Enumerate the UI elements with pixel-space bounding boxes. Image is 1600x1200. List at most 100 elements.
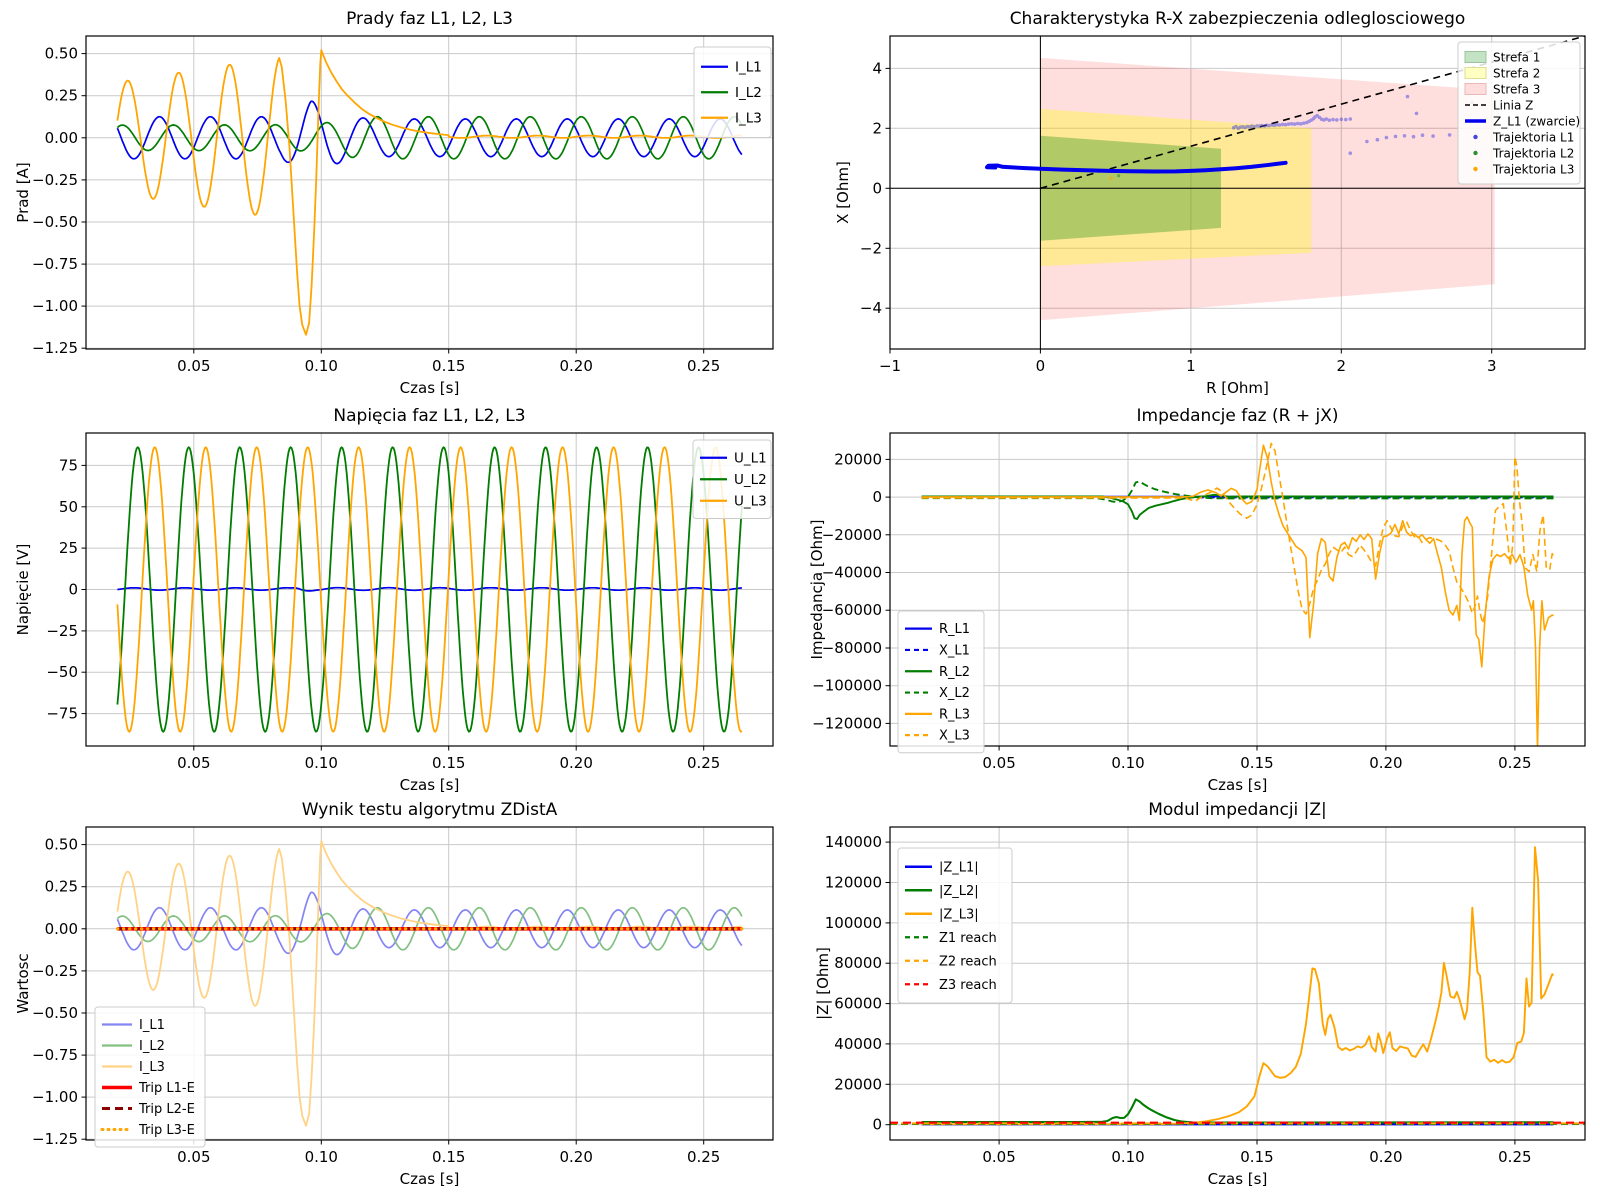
xlabel-modul-z: Czas [s] (1208, 1170, 1268, 1188)
legend-label: Trip L1-E (138, 1081, 195, 1096)
legend-rx: Strefa 1Strefa 2Strefa 3Linia ZZ_L1 (zwa… (1458, 42, 1580, 184)
ytick-label: 0.25 (45, 878, 78, 896)
xtick-label: 0.20 (1369, 754, 1402, 772)
ytick-label: 2 (872, 119, 882, 137)
legend-prady: I_L1I_L2I_L3 (694, 47, 771, 138)
title-rx: Charakterystyka R-X zabezpieczenia odleg… (1010, 9, 1466, 29)
xtick-label: 0.10 (1111, 1148, 1144, 1166)
xtick-label: 0.15 (432, 357, 465, 375)
legend-label: Linia Z (1493, 99, 1533, 113)
ytick-label: −0.25 (32, 962, 78, 980)
ytick-label: 140000 (825, 833, 882, 851)
ytick-label: 4 (872, 59, 882, 77)
legend-label: Trajektoria L3 (1492, 163, 1574, 177)
ytick-label: 0 (68, 581, 78, 599)
legend-label: Z2 reach (939, 954, 997, 969)
legend-label: X_L1 (939, 643, 970, 658)
legend-zdista: I_L1 I_L2 I_L3 Trip L1-E Trip L2-E Trip L3-E (95, 1007, 205, 1147)
ytick-label: −40000 (822, 564, 882, 582)
ylabel-zdista: Wartosc (14, 953, 32, 1013)
ytick-label: 80000 (834, 954, 882, 972)
xtick-label: 0.15 (432, 1148, 465, 1166)
ytick-label: 0.00 (45, 920, 78, 938)
legend-handle-dot (1473, 135, 1477, 139)
xlabel-impedancje: Czas [s] (1208, 776, 1268, 794)
legend-modul-z: |Z_L1||Z_L2||Z_L3|Z1 reachZ2 reachZ3 rea… (898, 848, 1012, 1003)
legend-label: |Z_L1| (939, 860, 979, 875)
ytick-label: −1.25 (32, 1130, 78, 1148)
ytick-label: 0.50 (45, 45, 78, 63)
ytick-label: 0 (872, 488, 882, 506)
xlabel-prady: Czas [s] (400, 379, 460, 397)
xtick-label: 0.05 (982, 1148, 1015, 1166)
xtick-label: −1 (879, 357, 901, 375)
xtick-label: 0.15 (1240, 754, 1273, 772)
ytick-label: −1.25 (32, 339, 78, 357)
xtick-label: 0.25 (687, 754, 720, 772)
legend-impedancje: R_L1X_L1R_L2X_L2R_L3X_L3 (898, 611, 984, 753)
xtick-label: 0.10 (305, 754, 338, 772)
ytick-label: 120000 (825, 873, 882, 891)
legend-label: I_L1 (735, 59, 762, 75)
xtick-label: 0.25 (687, 1148, 720, 1166)
ytick-label: −2 (860, 239, 882, 257)
xtick-label: 0.05 (177, 357, 210, 375)
title-prady: Prady faz L1, L2, L3 (346, 9, 513, 29)
ytick-label: −4 (860, 299, 882, 317)
legend-label: I_L1 (139, 1018, 165, 1033)
legend-label: I_L2 (139, 1039, 165, 1054)
ytick-label: 0.00 (45, 129, 78, 147)
legend-label: R_L2 (939, 665, 970, 680)
legend-label: Trip L3-E (138, 1123, 195, 1138)
ytick-label: −75 (46, 705, 78, 723)
title-modul-z: Modul impedancji |Z| (1148, 800, 1327, 820)
ytick-label: −0.75 (32, 1046, 78, 1064)
legend-label: Z1 reach (939, 931, 997, 946)
ytick-label: −0.50 (32, 1004, 78, 1022)
legend-label: Strefa 1 (1493, 51, 1540, 65)
ytick-label: −0.50 (32, 213, 78, 231)
legend-label: U_L3 (734, 493, 767, 509)
xtick-label: 0.10 (305, 357, 338, 375)
legend-label: I_L2 (735, 85, 762, 101)
ytick-label: −50 (46, 663, 78, 681)
legend-label: Strefa 3 (1493, 83, 1540, 97)
ytick-label: 50 (59, 498, 78, 516)
legend-handle-patch (1465, 52, 1486, 63)
xtick-label: 0.05 (177, 754, 210, 772)
ytick-label: −0.75 (32, 255, 78, 273)
legend-handle-patch (1465, 68, 1486, 79)
xtick-label: 0.05 (177, 1148, 210, 1166)
figure-canvas: 0.05 0.10 0.15 0.20 0.25 0.50 0.25 0.00 −0.25 −0.… (0, 0, 1600, 1200)
legend-label: Trip L2-E (138, 1102, 195, 1117)
xtick-label: 0.20 (560, 754, 593, 772)
ytick-label: 75 (59, 456, 78, 474)
ylabel-impedancje: Impedancja [Ohm] (808, 519, 826, 659)
legend-label: X_L2 (939, 686, 970, 701)
ytick-label: 25 (59, 539, 78, 557)
ytick-label: −80000 (822, 639, 882, 657)
ytick-label: 0.25 (45, 87, 78, 105)
scatter-trajektoria-l2 (1117, 174, 1120, 177)
legend-label: Trajektoria L1 (1492, 131, 1574, 145)
ylabel-rx: X [Ohm] (834, 161, 852, 224)
legend-label: R_L3 (939, 707, 970, 722)
ytick-label: 0 (872, 1116, 882, 1134)
xlabel-rx: R [Ohm] (1206, 379, 1269, 397)
xtick-label: 0.20 (560, 1148, 593, 1166)
title-napiecia: Napięcia faz L1, L2, L3 (333, 406, 525, 426)
xtick-label: 0.15 (1240, 1148, 1273, 1166)
ytick-label: 20000 (834, 1075, 882, 1093)
xtick-label: 0.25 (1498, 754, 1531, 772)
legend-label: Z3 reach (939, 978, 997, 993)
xtick-label: 3 (1487, 357, 1497, 375)
xtick-label: 2 (1337, 357, 1347, 375)
legend-handle-dot (1473, 167, 1477, 171)
scatter-trajektoria-l3 (1110, 177, 1113, 180)
ytick-label: 0 (872, 179, 882, 197)
legend-napiecia: U_L1U_L2U_L3 (693, 440, 771, 519)
ytick-label: −120000 (812, 714, 882, 732)
xlabel-napiecia: Czas [s] (400, 776, 460, 794)
xtick-label: 0 (1036, 357, 1046, 375)
legend-label: I_L3 (139, 1060, 165, 1075)
